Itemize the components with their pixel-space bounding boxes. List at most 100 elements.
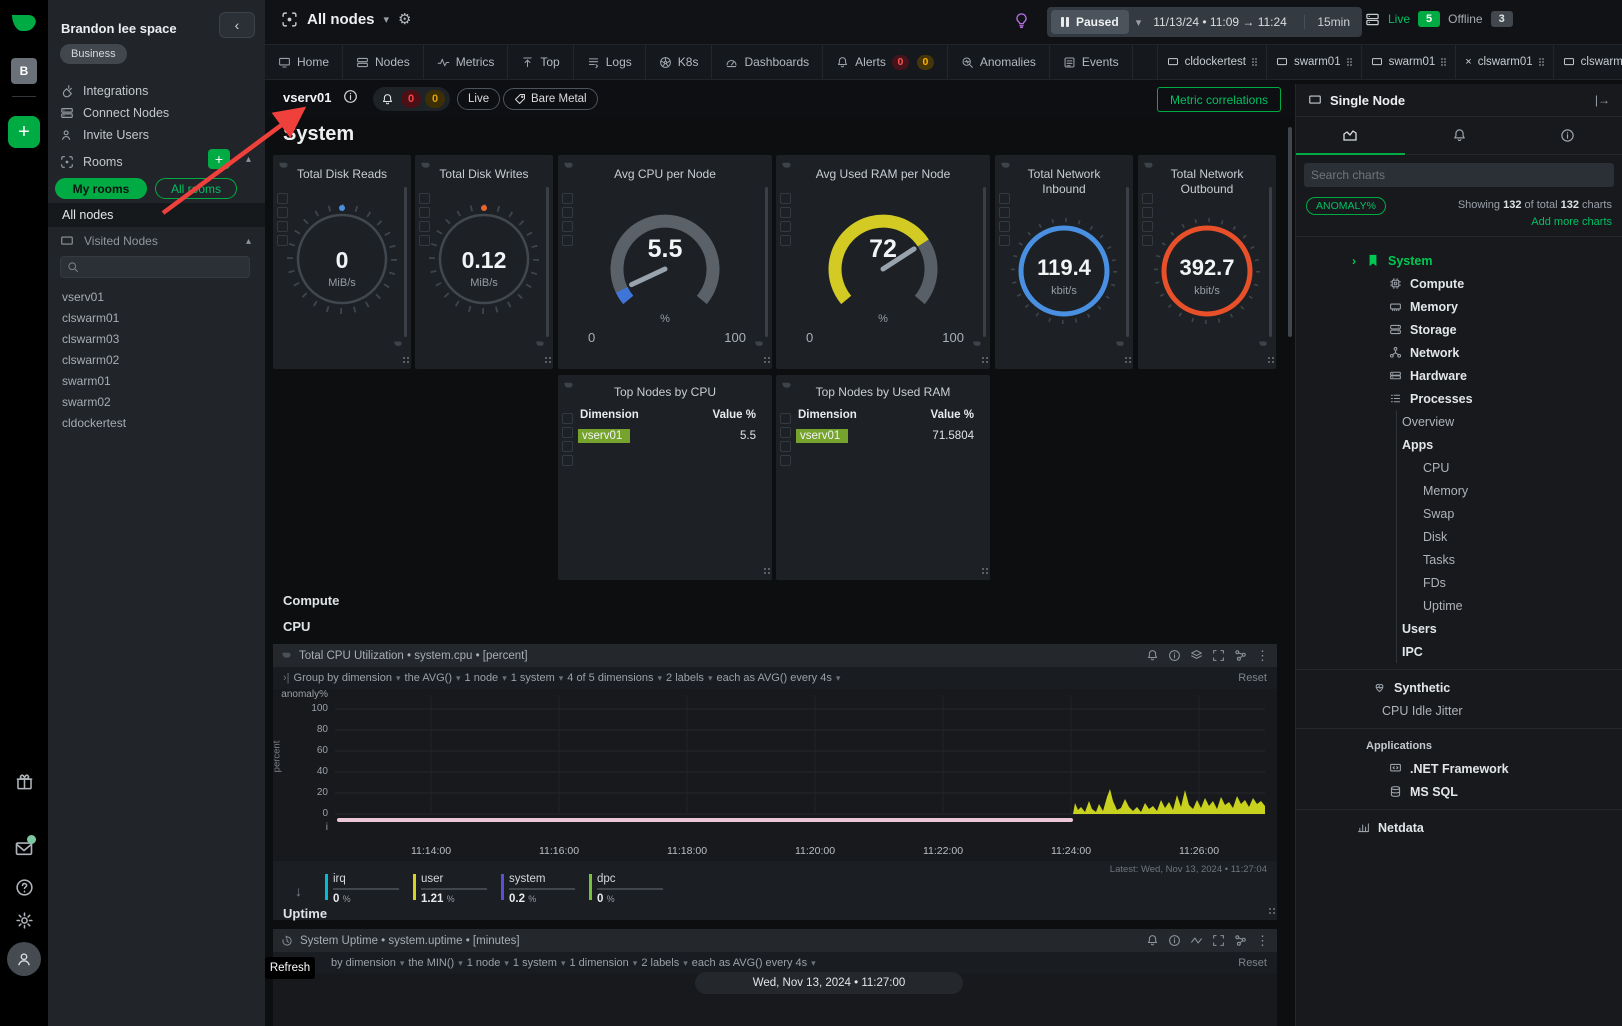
node-tab-swarm01-2[interactable]: swarm01 — [1361, 45, 1456, 79]
tree-item-cpu-idle-jitter[interactable]: CPU Idle Jitter — [1296, 699, 1622, 722]
card-scrollbar[interactable] — [546, 187, 549, 337]
anomaly-bulb-icon[interactable] — [1013, 12, 1030, 29]
visited-node-item[interactable]: clswarm02 — [48, 349, 265, 370]
gauge-card-avg-ram[interactable]: Avg Used RAM per Node 72 % 0 100 — [776, 155, 990, 369]
tree-item-apps[interactable]: Apps — [1397, 433, 1622, 456]
sidebar-item-invite-users[interactable]: Invite Users — [48, 124, 265, 146]
table-col-value[interactable]: Value % — [713, 409, 756, 421]
control-instances[interactable]: 1 system▾ — [513, 957, 566, 969]
chart-search[interactable] — [1304, 163, 1614, 187]
sidebar-item-rooms[interactable]: Rooms — [48, 151, 265, 173]
tab-anomalies[interactable]: Anomalies — [948, 45, 1050, 79]
control-aggregation[interactable]: the MIN()▾ — [408, 957, 462, 969]
visited-node-item[interactable]: cldockertest — [48, 412, 265, 433]
chart-type-icons[interactable] — [780, 413, 791, 466]
date-range[interactable]: 11/13/24 • 11:09 → 11:24 — [1153, 15, 1287, 29]
help-icon[interactable] — [0, 878, 48, 897]
resize-handle[interactable] — [545, 361, 547, 363]
tree-item-users[interactable]: Users — [1397, 617, 1622, 640]
tab-charts[interactable] — [1296, 117, 1405, 154]
tree-item-netdata[interactable]: Netdata — [1296, 816, 1622, 839]
gauge-card-net-inbound[interactable]: Total Network Inbound 119.4 kbit/s — [995, 155, 1133, 369]
tab-grip-icon[interactable] — [1539, 58, 1544, 66]
chart-reset-button[interactable]: Reset — [1238, 957, 1267, 969]
chart-correlate-icon[interactable] — [1234, 934, 1247, 947]
control-dimensions[interactable]: 1 dimension▾ — [569, 957, 637, 969]
tree-item-network[interactable]: Network — [1296, 341, 1622, 364]
tab-logs[interactable]: Logs — [574, 45, 646, 79]
visited-node-item[interactable]: swarm02 — [48, 391, 265, 412]
bell-icon[interactable] — [381, 93, 394, 106]
tab-k8s[interactable]: K8s — [646, 45, 713, 79]
chart-type-icons[interactable] — [562, 413, 573, 466]
card-scrollbar[interactable] — [765, 187, 768, 337]
card-scrollbar[interactable] — [1126, 187, 1129, 337]
tree-item-dotnet[interactable]: .NET Framework — [1296, 757, 1622, 780]
gauge-card-disk-writes[interactable]: Total Disk Writes 0.12 MiB/s — [415, 155, 553, 369]
card-scrollbar[interactable] — [404, 187, 407, 337]
chart-menu-dots-icon[interactable]: ⋮ — [1256, 933, 1269, 949]
visited-nodes-header[interactable]: Visited Nodes ▴ — [48, 231, 265, 251]
tree-item-mssql[interactable]: MS SQL — [1296, 780, 1622, 803]
refresh-button[interactable]: Refresh — [265, 957, 315, 979]
sidebar-collapse-button[interactable]: ‹ — [219, 12, 255, 38]
pause-caret-icon[interactable]: ▾ — [1136, 16, 1142, 29]
control-group-by[interactable]: Group by dimension▾ — [294, 672, 401, 684]
metric-correlations-button[interactable]: Metric correlations — [1157, 87, 1281, 112]
offline-count-badge[interactable]: 3 — [1491, 11, 1513, 27]
tree-item-storage[interactable]: Storage — [1296, 318, 1622, 341]
tree-item-overview[interactable]: Overview — [1397, 410, 1622, 433]
gauge-card-avg-cpu[interactable]: Avg CPU per Node 5.5 % 0 100 — [558, 155, 772, 369]
tab-grip-icon[interactable] — [1441, 58, 1446, 66]
time-window[interactable]: 15min — [1304, 15, 1350, 29]
chart-layers-icon[interactable] — [1190, 649, 1203, 662]
tree-item-hardware[interactable]: Hardware — [1296, 364, 1622, 387]
resize-handle[interactable] — [764, 361, 766, 363]
control-group-by[interactable]: by dimension▾ — [331, 957, 404, 969]
control-nodes[interactable]: 1 node▾ — [465, 672, 507, 684]
table-col-value[interactable]: Value % — [931, 409, 974, 421]
control-nodes[interactable]: 1 node▾ — [467, 957, 509, 969]
node-tab-cldockertest[interactable]: cldockertest — [1157, 45, 1266, 79]
chart-correlate-icon[interactable] — [1234, 649, 1247, 662]
my-rooms-button[interactable]: My rooms — [55, 178, 147, 199]
chart-info-icon[interactable] — [1168, 934, 1181, 947]
chart-search-input[interactable] — [1311, 168, 1607, 182]
tree-item-apps-memory[interactable]: Memory — [1397, 479, 1622, 502]
add-more-charts-link[interactable]: Add more charts — [1458, 214, 1612, 231]
chart-alert-bell-icon[interactable] — [1146, 934, 1159, 947]
tree-item-compute[interactable]: Compute — [1296, 272, 1622, 295]
all-rooms-button[interactable]: All rooms — [155, 178, 237, 199]
resize-handle[interactable] — [1125, 361, 1127, 363]
tab-grip-icon[interactable] — [1252, 58, 1257, 66]
tab-events[interactable]: Events — [1050, 45, 1133, 79]
live-count-badge[interactable]: 5 — [1418, 11, 1440, 27]
inbox-icon[interactable] — [0, 838, 48, 858]
tab-nodes[interactable]: Nodes — [343, 45, 424, 79]
table-card-top-ram[interactable]: Top Nodes by Used RAM Dimension Value % … — [776, 375, 990, 580]
chart-alert-bell-icon[interactable] — [1146, 649, 1159, 662]
visited-node-item[interactable]: vserv01 — [48, 286, 265, 307]
sidebar-search[interactable] — [60, 256, 250, 278]
room-selector[interactable]: All nodes — [307, 11, 375, 28]
tree-item-ipc[interactable]: IPC — [1397, 640, 1622, 663]
tree-item-apps-uptime[interactable]: Uptime — [1397, 594, 1622, 617]
rooms-collapse-caret[interactable]: ▴ — [246, 154, 251, 165]
table-row-dimension[interactable]: vserv01 — [796, 429, 848, 443]
table-col-dimension[interactable]: Dimension — [798, 409, 857, 421]
resize-handle[interactable] — [982, 572, 984, 574]
pause-button[interactable]: Paused — [1051, 10, 1129, 34]
resize-handle[interactable] — [1268, 361, 1270, 363]
resize-handle[interactable] — [1269, 912, 1271, 914]
control-labels[interactable]: 2 labels▾ — [666, 672, 712, 684]
add-room-button[interactable]: + — [208, 149, 230, 169]
tab-info-panel[interactable] — [1513, 117, 1622, 154]
resize-handle[interactable] — [403, 361, 405, 363]
control-dimensions[interactable]: 4 of 5 dimensions▾ — [567, 672, 662, 684]
table-row-dimension[interactable]: vserv01 — [578, 429, 630, 443]
chart-expand-icon[interactable] — [1212, 649, 1225, 662]
netdata-logo-icon[interactable] — [8, 8, 40, 40]
sidebar-item-connect-nodes[interactable]: Connect Nodes — [48, 102, 265, 124]
chart-menu-dots-icon[interactable]: ⋮ — [1256, 648, 1269, 664]
card-scrollbar[interactable] — [983, 187, 986, 337]
